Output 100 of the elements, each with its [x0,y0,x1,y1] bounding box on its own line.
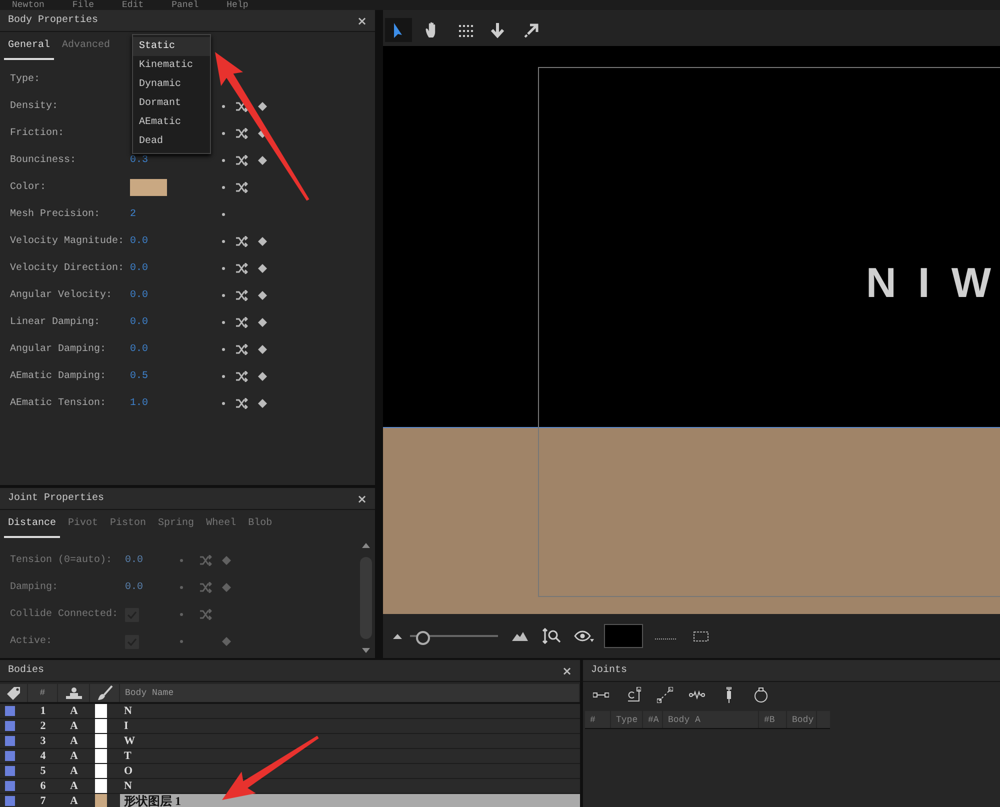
dropdown-option[interactable]: Dormant [133,94,210,113]
tag-icon[interactable] [6,686,22,700]
shuffle-icon[interactable] [236,317,248,328]
body-name-cell[interactable]: O [120,764,580,778]
brush-icon[interactable] [96,685,112,701]
column-header[interactable]: Type [616,714,638,724]
keyframe-icon[interactable] [258,291,267,300]
dropdown-option[interactable]: AEmatic [133,113,210,132]
menu-item[interactable]: Newton [12,1,44,10]
close-button[interactable]: × [356,14,367,28]
shuffle-icon[interactable] [236,155,248,166]
menu-item[interactable]: Help [226,1,248,10]
dropdown-option[interactable]: Dynamic [133,75,210,94]
dropdown-option[interactable]: Kinematic [133,56,210,75]
dropdown-option[interactable]: Static [133,37,210,56]
column-header[interactable]: # [40,688,46,698]
panel-tab[interactable]: Piston [106,514,150,538]
piston-joint-icon[interactable] [657,687,673,703]
keyframe-icon[interactable] [258,237,267,246]
body-color-swatch[interactable] [95,749,107,763]
panel-tab[interactable]: Blob [244,514,276,538]
column-header[interactable]: Body A [668,714,700,724]
close-button[interactable]: × [562,664,572,678]
body-name-cell[interactable]: N [120,779,580,793]
value-field[interactable]: 0.0 [130,344,148,355]
body-color-swatch[interactable] [95,719,107,733]
column-header[interactable]: #B [764,714,775,724]
keyframe-icon[interactable] [258,318,267,327]
large-mountain-icon[interactable] [512,632,528,641]
eye-icon[interactable] [574,630,594,642]
dropdown-option[interactable]: Dead [133,132,210,151]
shuffle-icon[interactable] [236,128,248,139]
blob-joint-icon[interactable] [753,687,769,703]
body-name-cell[interactable]: T [120,749,580,763]
value-field[interactable]: 2 [130,209,136,220]
panel-tab[interactable]: Pivot [64,514,102,538]
body-name-cell[interactable]: 形状图层 1 [120,794,580,807]
property-label: Linear Damping: [10,317,102,328]
composition-canvas[interactable]: N I W [383,46,1000,614]
shuffle-icon[interactable] [236,344,248,355]
body-name-cell[interactable]: W [120,734,580,748]
panel-tab[interactable]: Advanced [58,36,114,60]
column-header[interactable]: Body [792,714,814,724]
small-mountain-icon[interactable] [393,634,402,639]
tool-button[interactable] [385,18,412,42]
label-color-square[interactable] [5,781,15,791]
scroll-up-arrow-icon[interactable] [362,543,370,548]
column-header[interactable]: # [590,714,596,724]
keyframe-icon[interactable] [258,372,267,381]
body-color-swatch[interactable] [95,794,107,807]
keyframe-icon[interactable] [258,264,267,273]
body-color-swatch[interactable] [95,764,107,778]
value-field[interactable]: 0.0 [130,236,148,247]
shuffle-icon[interactable] [236,182,248,193]
column-header[interactable]: Body Name [125,688,174,698]
stamp-icon[interactable] [64,687,82,699]
value-field[interactable]: 1.0 [130,398,148,409]
label-color-square[interactable] [5,751,15,761]
pivot-joint-icon[interactable] [625,687,641,703]
shuffle-icon[interactable] [236,398,248,409]
shuffle-icon[interactable] [236,371,248,382]
label-color-square[interactable] [5,721,15,731]
body-name-cell[interactable]: N [120,704,580,718]
value-field[interactable]: 0.0 [130,290,148,301]
keyframe-icon[interactable] [258,399,267,408]
shuffle-icon[interactable] [236,263,248,274]
scroll-down-arrow-icon[interactable] [362,648,370,653]
label-color-square[interactable] [5,796,15,806]
keyframe-icon[interactable] [258,102,267,111]
panel-tab[interactable]: Wheel [202,514,240,538]
property-label: AEmatic Damping: [10,371,108,382]
label-color-square[interactable] [5,706,15,716]
menu-item[interactable]: Panel [172,1,199,10]
label-color-square[interactable] [5,766,15,776]
background-color-swatch[interactable] [604,624,643,648]
color-swatch[interactable] [130,179,167,196]
close-button[interactable]: × [356,492,367,506]
menu-item[interactable]: File [72,1,94,10]
value-field[interactable]: 0.3 [130,155,148,166]
keyframe-icon[interactable] [258,345,267,354]
column-header[interactable]: #A [648,714,659,724]
body-name-cell[interactable]: I [120,719,580,733]
zoom-icon[interactable] [542,628,562,644]
value-field[interactable]: 0.0 [130,317,148,328]
panel-tab[interactable]: Spring [154,514,198,538]
label-color-square[interactable] [5,736,15,746]
body-color-swatch[interactable] [95,734,107,748]
panel-tab[interactable]: General [4,36,54,60]
panel-tab[interactable]: Distance [4,514,60,538]
rectangle-icon[interactable] [693,630,709,642]
value-field[interactable]: 0.0 [130,263,148,274]
menu-item[interactable]: Edit [122,1,144,10]
slider-thumb[interactable] [416,631,430,646]
keyframe-icon[interactable] [258,156,267,165]
shuffle-icon[interactable] [236,290,248,301]
body-color-swatch[interactable] [95,779,107,793]
value-field[interactable]: 0.5 [130,371,148,382]
table-cell: 2 [40,720,46,732]
body-color-swatch[interactable] [95,704,107,718]
shuffle-icon[interactable] [236,236,248,247]
